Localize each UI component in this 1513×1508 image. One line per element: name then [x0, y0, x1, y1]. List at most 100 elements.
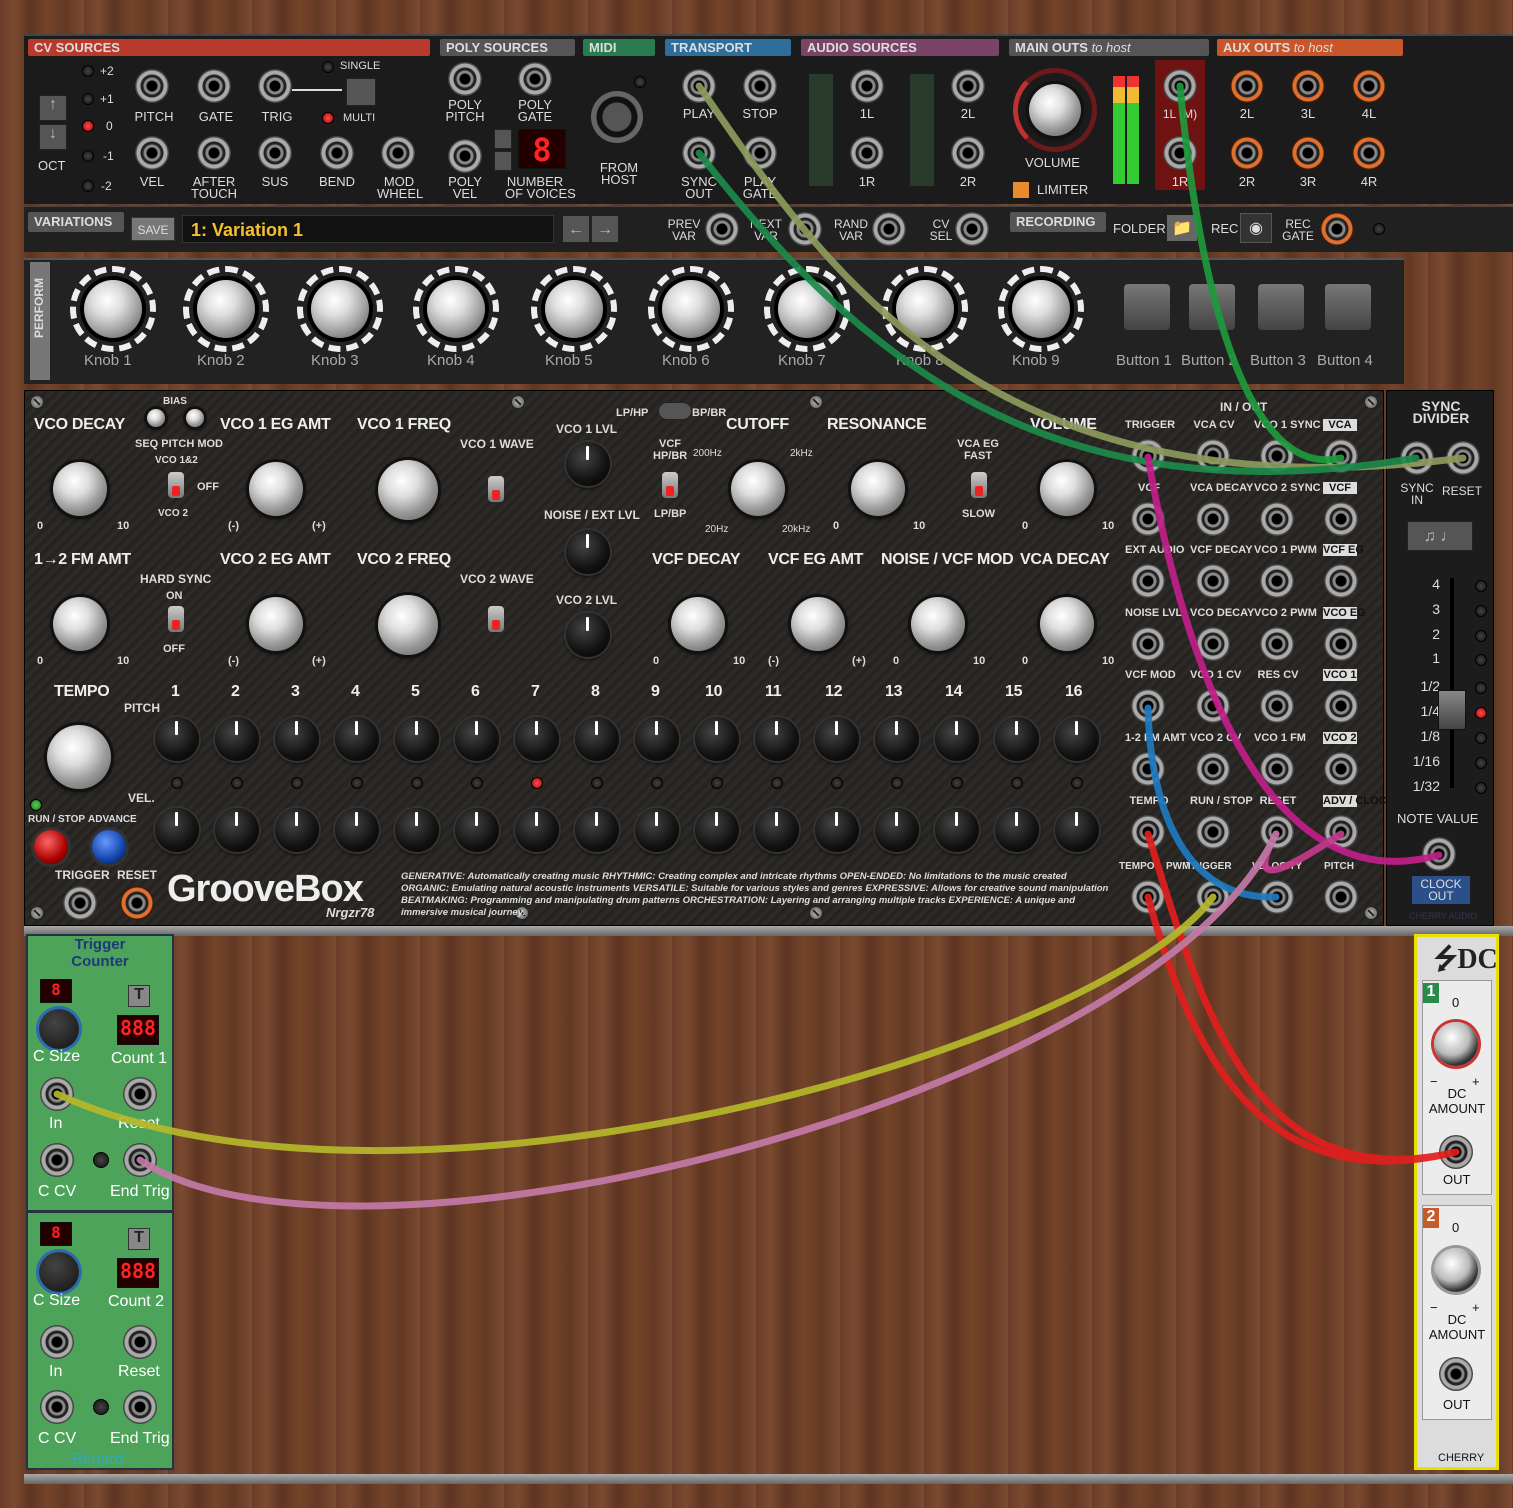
aftertouch-jack[interactable] [197, 136, 231, 170]
io-jack-vcf-eg[interactable] [1324, 564, 1358, 598]
t-button-2[interactable]: T [128, 1228, 150, 1250]
audio-1l-jack[interactable] [850, 69, 884, 103]
io-jack-res-cv[interactable] [1260, 689, 1294, 723]
step-pitch-knob[interactable] [755, 717, 799, 761]
poly-vel-jack[interactable] [448, 139, 482, 173]
c-size-knob-1[interactable] [39, 1009, 79, 1049]
io-jack-trigger[interactable] [1131, 439, 1165, 473]
io-jack-vco-2-sync[interactable] [1260, 502, 1294, 536]
voices-up-button[interactable] [494, 129, 512, 149]
rec-gate-jack[interactable] [1320, 212, 1354, 246]
play-gate-jack[interactable] [743, 136, 777, 170]
counter2-ccv-jack[interactable] [40, 1390, 74, 1424]
step-pitch-knob[interactable] [215, 717, 259, 761]
poly-pitch-jack[interactable] [448, 62, 482, 96]
step-pitch-knob[interactable] [515, 717, 559, 761]
note-value-slider[interactable] [1438, 690, 1466, 730]
aux-4l-jack[interactable] [1352, 69, 1386, 103]
counter1-end-trig-jack[interactable] [123, 1143, 157, 1177]
folder-button[interactable]: 📁 [1166, 214, 1198, 242]
step-pitch-knob[interactable] [1055, 717, 1099, 761]
vca-eg-switch[interactable] [971, 472, 987, 498]
perform-knob-6[interactable] [648, 266, 734, 352]
counter1-reset-jack[interactable] [123, 1077, 157, 1111]
perform-knob-4[interactable] [413, 266, 499, 352]
vco1-eg-amt-knob[interactable] [249, 462, 303, 516]
bias-knob-2[interactable] [186, 409, 204, 427]
single-multi-switch[interactable] [346, 78, 376, 106]
volume-gb-knob[interactable] [1040, 462, 1094, 516]
dc-amount-knob-2[interactable] [1434, 1248, 1478, 1292]
step-velocity-knob[interactable] [635, 808, 679, 852]
perform-knob-3[interactable] [297, 266, 383, 352]
vel-jack[interactable] [135, 136, 169, 170]
save-button[interactable]: SAVE [131, 217, 175, 241]
resonance-knob[interactable] [851, 462, 905, 516]
next-variation-button[interactable]: → [591, 215, 619, 243]
audio-1r-jack[interactable] [850, 136, 884, 170]
step-velocity-knob[interactable] [695, 808, 739, 852]
step-velocity-knob[interactable] [815, 808, 859, 852]
io-jack-vcf-mod[interactable] [1131, 689, 1165, 723]
sync-out-jack[interactable] [682, 136, 716, 170]
io-jack-vcf[interactable] [1324, 502, 1358, 536]
main-1r-jack[interactable] [1163, 136, 1197, 170]
lp-bp-selector[interactable] [658, 402, 692, 420]
gate-jack[interactable] [197, 69, 231, 103]
vco1-wave-switch[interactable] [488, 476, 504, 502]
bend-jack[interactable] [320, 136, 354, 170]
vco-decay-knob[interactable] [53, 462, 107, 516]
io-jack-ext-audio[interactable] [1131, 564, 1165, 598]
vca-decay-knob[interactable] [1040, 597, 1094, 651]
dc-out-jack-1[interactable] [1439, 1135, 1473, 1169]
aux-4r-jack[interactable] [1352, 136, 1386, 170]
counter1-ccv-jack[interactable] [40, 1143, 74, 1177]
trigger-jack[interactable] [63, 886, 97, 920]
step-pitch-knob[interactable] [935, 717, 979, 761]
aux-3r-jack[interactable] [1291, 136, 1325, 170]
io-jack-noise-lvl[interactable] [1131, 627, 1165, 661]
aux-2l-jack[interactable] [1230, 69, 1264, 103]
vcf-mode-switch[interactable] [662, 472, 678, 498]
step-pitch-knob[interactable] [575, 717, 619, 761]
step-pitch-knob[interactable] [155, 717, 199, 761]
dc-out-jack-2[interactable] [1439, 1357, 1473, 1391]
step-velocity-knob[interactable] [395, 808, 439, 852]
io-jack-vco-eg[interactable] [1324, 627, 1358, 661]
perform-button-1[interactable] [1122, 282, 1172, 332]
hard-sync-switch[interactable] [168, 606, 184, 632]
io-output-jack[interactable] [1324, 880, 1358, 914]
io-jack-vca[interactable] [1324, 439, 1358, 473]
io-jack-vco-2-cv[interactable] [1196, 752, 1230, 786]
bias-knob-1[interactable] [147, 409, 165, 427]
step-pitch-knob[interactable] [395, 717, 439, 761]
note-mode-buttons[interactable]: ♫ ♩ [1407, 521, 1473, 551]
io-jack-vco-1-pwm[interactable] [1260, 564, 1294, 598]
vcf-decay-knob[interactable] [671, 597, 725, 651]
noise-vcf-mod-knob[interactable] [911, 597, 965, 651]
io-jack-vcf-decay[interactable] [1196, 564, 1230, 598]
fm-amt-knob[interactable] [53, 597, 107, 651]
step-velocity-knob[interactable] [875, 808, 919, 852]
io-jack-vca-cv[interactable] [1196, 439, 1230, 473]
io-jack-vco-1-fm[interactable] [1260, 752, 1294, 786]
reset-jack[interactable] [120, 886, 154, 920]
counter1-in-jack[interactable] [40, 1077, 74, 1111]
run-stop-button[interactable] [34, 830, 68, 864]
io-output-jack[interactable] [1131, 880, 1165, 914]
step-velocity-knob[interactable] [335, 808, 379, 852]
io-jack-vco-decay[interactable] [1196, 627, 1230, 661]
step-pitch-knob[interactable] [455, 717, 499, 761]
tempo-knob[interactable] [47, 725, 111, 789]
vco2-eg-amt-knob[interactable] [249, 597, 303, 651]
oct-up-button[interactable]: ↑ [39, 95, 67, 121]
volume-knob[interactable] [1029, 84, 1081, 136]
step-pitch-knob[interactable] [995, 717, 1039, 761]
counter2-end-trig-jack[interactable] [123, 1390, 157, 1424]
io-jack-vco-1[interactable] [1324, 689, 1358, 723]
play-jack[interactable] [682, 69, 716, 103]
c-size-knob-2[interactable] [39, 1252, 79, 1292]
vco2-wave-switch[interactable] [488, 606, 504, 632]
t-button-1[interactable]: T [128, 985, 150, 1007]
perform-knob-9[interactable] [998, 266, 1084, 352]
